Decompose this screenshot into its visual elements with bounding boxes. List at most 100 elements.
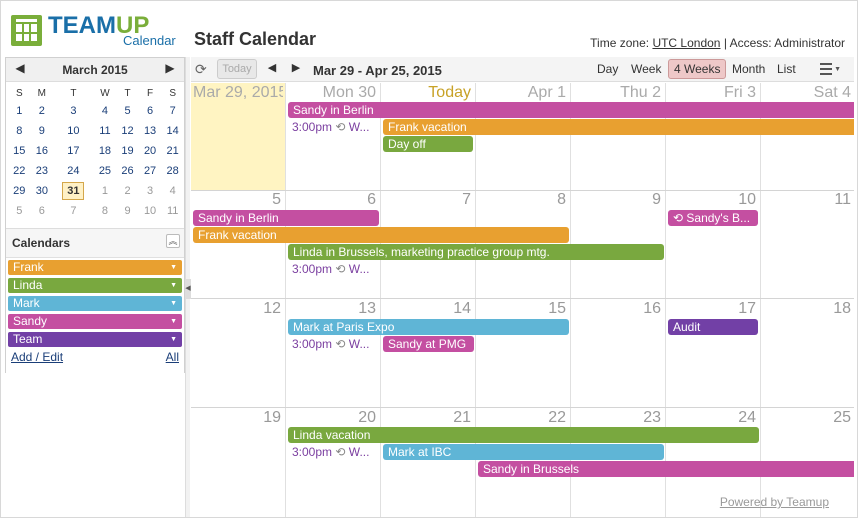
event-recurring[interactable]: 3:00pm ⟲ W...: [292, 261, 380, 277]
event-sandy-in-berlin[interactable]: Sandy in Berlin: [193, 210, 379, 226]
mini-day-today[interactable]: 31: [53, 181, 94, 201]
calendar-item-team[interactable]: Team ▼: [8, 332, 182, 347]
mini-day-other-month[interactable]: 3: [139, 181, 162, 201]
mini-day[interactable]: 14: [161, 121, 184, 141]
day-number[interactable]: 21: [383, 409, 471, 427]
day-number[interactable]: 14: [383, 300, 471, 318]
mini-day[interactable]: 26: [116, 161, 139, 181]
collapse-icon[interactable]: ︽: [166, 234, 180, 248]
day-number[interactable]: 22: [478, 409, 566, 427]
day-number[interactable]: 5: [193, 191, 281, 209]
day-number[interactable]: 13: [288, 300, 376, 318]
event-sandys-b[interactable]: ⟲ Sandy's B...: [668, 210, 758, 226]
day-header[interactable]: Mon 30: [288, 84, 376, 102]
mini-day[interactable]: 20: [139, 141, 162, 161]
next-period-button[interactable]: ▶: [290, 61, 302, 74]
mini-day[interactable]: 8: [8, 121, 31, 141]
mini-day[interactable]: 3: [53, 101, 94, 121]
day-number[interactable]: 10: [668, 191, 756, 209]
mini-day[interactable]: 6: [139, 101, 162, 121]
mini-day[interactable]: 4: [94, 101, 117, 121]
day-header[interactable]: Mar 29, 2015: [193, 84, 283, 102]
mini-day[interactable]: 5: [116, 101, 139, 121]
caret-down-icon[interactable]: ▼: [170, 260, 177, 275]
event-sandy-in-berlin[interactable]: Sandy in Berlin: [288, 102, 854, 118]
mini-day-other-month[interactable]: 10: [139, 201, 162, 221]
mini-day-other-month[interactable]: 9: [116, 201, 139, 221]
caret-down-icon[interactable]: ▼: [170, 332, 177, 347]
mini-day-other-month[interactable]: 8: [94, 201, 117, 221]
event-recurring[interactable]: 3:00pm ⟲ W...: [292, 336, 380, 352]
mini-day[interactable]: 27: [139, 161, 162, 181]
mini-day[interactable]: 19: [116, 141, 139, 161]
calendar-item-frank[interactable]: Frank ▼: [8, 260, 182, 275]
event-linda-vacation[interactable]: Linda vacation: [288, 427, 759, 443]
mini-prev-month-button[interactable]: ◀: [12, 61, 28, 75]
mini-day[interactable]: 15: [8, 141, 31, 161]
mini-day[interactable]: 10: [53, 121, 94, 141]
day-header[interactable]: Thu 2: [573, 84, 661, 102]
mini-day[interactable]: 17: [53, 141, 94, 161]
mini-day[interactable]: 1: [8, 101, 31, 121]
caret-down-icon[interactable]: ▼: [834, 66, 841, 73]
event-linda-in-brussels[interactable]: Linda in Brussels, marketing practice gr…: [288, 244, 664, 260]
caret-down-icon[interactable]: ▼: [170, 314, 177, 329]
mini-day-other-month[interactable]: 1: [94, 181, 117, 201]
event-mark-at-ibc[interactable]: Mark at IBC: [383, 444, 664, 460]
day-number[interactable]: 7: [383, 191, 471, 209]
day-number[interactable]: 19: [193, 409, 281, 427]
event-frank-vacation[interactable]: Frank vacation: [193, 227, 569, 243]
day-number[interactable]: 20: [288, 409, 376, 427]
today-button[interactable]: Today: [217, 59, 257, 79]
add-edit-calendars-link[interactable]: Add / Edit: [11, 350, 63, 364]
day-number[interactable]: 25: [763, 409, 851, 427]
mini-day[interactable]: 25: [94, 161, 117, 181]
view-list-button[interactable]: List: [777, 62, 796, 76]
mini-day[interactable]: 16: [31, 141, 54, 161]
mini-day[interactable]: 23: [31, 161, 54, 181]
sidebar-splitter[interactable]: ◀: [185, 57, 191, 517]
mini-day[interactable]: 29: [8, 181, 31, 201]
day-number[interactable]: 11: [763, 191, 851, 209]
day-number[interactable]: 9: [573, 191, 661, 209]
mini-day-other-month[interactable]: 4: [161, 181, 184, 201]
mini-day[interactable]: 7: [161, 101, 184, 121]
view-day-button[interactable]: Day: [597, 62, 618, 76]
event-sandy-at-pmg[interactable]: Sandy at PMG: [383, 336, 474, 352]
mini-day-other-month[interactable]: 7: [53, 201, 94, 221]
calendar-item-linda[interactable]: Linda ▼: [8, 278, 182, 293]
mini-day-other-month[interactable]: 11: [161, 201, 184, 221]
view-month-button[interactable]: Month: [732, 62, 765, 76]
powered-by-link[interactable]: Powered by Teamup: [720, 495, 829, 509]
event-recurring[interactable]: 3:00pm ⟲ W...: [292, 119, 380, 135]
mini-day[interactable]: 28: [161, 161, 184, 181]
menu-icon[interactable]: [820, 63, 832, 75]
mini-day[interactable]: 18: [94, 141, 117, 161]
day-number[interactable]: 16: [573, 300, 661, 318]
mini-day-other-month[interactable]: 5: [8, 201, 31, 221]
refresh-icon[interactable]: ⟳: [195, 61, 211, 77]
mini-day[interactable]: 2: [31, 101, 54, 121]
calendar-item-mark[interactable]: Mark ▼: [8, 296, 182, 311]
day-number[interactable]: 15: [478, 300, 566, 318]
view-week-button[interactable]: Week: [631, 62, 661, 76]
mini-day[interactable]: 22: [8, 161, 31, 181]
teamup-logo[interactable]: TEAMUP Calendar: [11, 12, 181, 49]
day-number[interactable]: 12: [193, 300, 281, 318]
event-audit[interactable]: Audit: [668, 319, 758, 335]
event-mark-at-paris-expo[interactable]: Mark at Paris Expo: [288, 319, 569, 335]
timezone-link[interactable]: UTC London: [652, 36, 720, 50]
day-header[interactable]: Apr 1: [478, 84, 566, 102]
view-4weeks-button[interactable]: 4 Weeks: [668, 59, 727, 79]
event-sandy-in-brussels[interactable]: Sandy in Brussels: [478, 461, 854, 477]
day-header[interactable]: Sat 4: [763, 84, 851, 102]
day-number[interactable]: 23: [573, 409, 661, 427]
all-calendars-link[interactable]: All: [166, 350, 179, 364]
day-header-today[interactable]: Today: [383, 84, 471, 102]
day-number[interactable]: 8: [478, 191, 566, 209]
caret-down-icon[interactable]: ▼: [170, 278, 177, 293]
day-number[interactable]: 24: [668, 409, 756, 427]
day-number[interactable]: 18: [763, 300, 851, 318]
caret-down-icon[interactable]: ▼: [170, 296, 177, 311]
mini-day[interactable]: 21: [161, 141, 184, 161]
